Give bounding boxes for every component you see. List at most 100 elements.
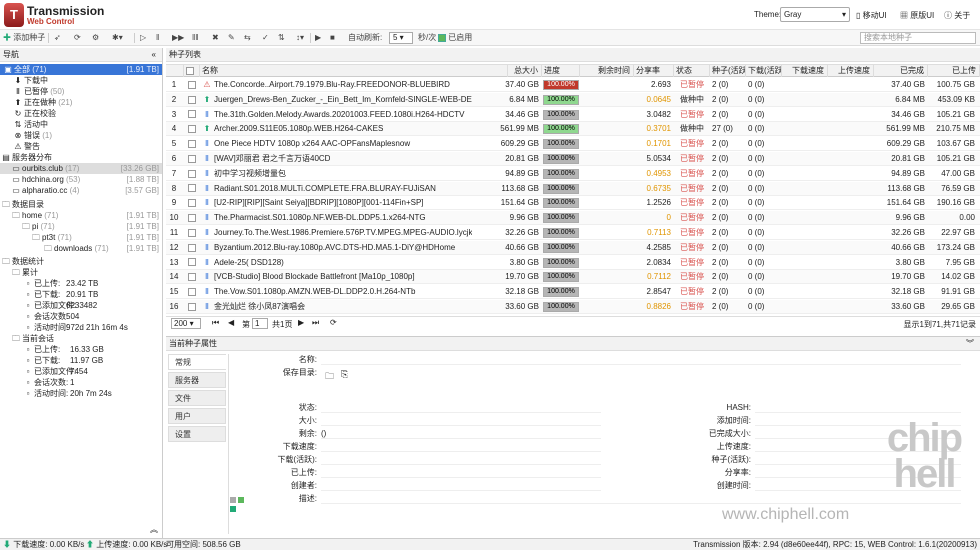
search-input[interactable]: 搜索本地种子 (860, 32, 976, 44)
table-row[interactable]: 14 Ⅱ [VCB-Studio] Blood Blockade Battlefro… (166, 270, 980, 285)
nav-server-alpharatio[interactable]: ▭ alpharatio.cc (4) [3.57 GB] (0, 185, 162, 196)
col-peers[interactable]: 下载(活跃) (746, 65, 782, 77)
rename-icon[interactable]: ✎ (228, 32, 235, 44)
nav-all[interactable]: ▣ 全部 (71) [1.91 TB] (0, 64, 162, 75)
table-row[interactable]: 7 Ⅱ 初中学习视频增量包 94.89 GB 100.00% 0.4953 已暂停 2 (0)… (166, 167, 980, 181)
nav-stats-session[interactable]: 🗀 当前会话 (0, 333, 162, 344)
original-ui-link[interactable]: ▦ 原版UI (900, 10, 934, 21)
add-torrent-button[interactable]: ✚ 添加种子 (3, 32, 45, 44)
collapse-down-icon[interactable]: ︾ (966, 337, 974, 351)
pause-all-icon[interactable]: ‖‖ (192, 32, 199, 44)
tab-trackers[interactable]: 服务器 (168, 372, 226, 388)
tab-files[interactable]: 文件 (168, 390, 226, 406)
row-checkbox[interactable] (188, 211, 200, 225)
pause-icon[interactable]: ‖ (156, 32, 159, 44)
rocket-icon[interactable]: ➶ (54, 32, 61, 44)
col-seeds[interactable]: 种子(活跃) (710, 65, 746, 77)
nav-dir-pt3t[interactable]: 🗀 pt3t (71) [1.91 TB] (0, 232, 162, 243)
row-checkbox[interactable] (188, 137, 200, 151)
refresh-icon[interactable]: ⟳ (74, 32, 81, 44)
nav-seeding[interactable]: ⬆ 正在做种 (21) (0, 97, 162, 108)
nav-server-ourbits[interactable]: ▭ ourbits.club (17) [33.26 GB] (0, 163, 162, 174)
auto-refresh-select[interactable]: 5 ▾ (389, 32, 413, 44)
move-icon[interactable]: ⇆ (244, 32, 251, 44)
tab-general[interactable]: 常规 (168, 354, 226, 370)
expand-icon[interactable]: ︽ (150, 524, 158, 535)
start-all-icon[interactable]: ▶▶ (172, 32, 184, 44)
table-row[interactable]: 3 Ⅱ The.31th.Golden.Melody.Awards.20201003… (166, 108, 980, 122)
remove-icon[interactable]: ✖ (212, 32, 219, 44)
reload-icon[interactable]: ⟳ (330, 318, 337, 327)
row-checkbox[interactable] (188, 256, 200, 270)
theme-select[interactable]: Gray (780, 7, 850, 22)
col-progress[interactable]: 进度 (542, 65, 580, 77)
row-checkbox[interactable] (188, 182, 200, 196)
col-ratio[interactable]: 分享率 (634, 65, 674, 77)
table-row[interactable]: 13 Ⅱ Adele-25( DSD128) 3.80 GB 100.00% 2.0834… (166, 256, 980, 270)
table-row[interactable]: 10 Ⅱ The.Pharmacist.S01.1080p.NF.WEB-DL.DD… (166, 211, 980, 226)
gear-icon[interactable]: ⚙ (92, 32, 99, 44)
row-checkbox[interactable] (188, 241, 200, 255)
check-icon[interactable]: ✓ (262, 32, 269, 44)
nav-checking[interactable]: ↻ 正在校验 (0, 108, 162, 119)
folder-icon[interactable]: 🗀 (325, 369, 334, 385)
row-checkbox[interactable] (188, 108, 200, 122)
table-row[interactable]: 2 ⬆ Juergen_Drews-Ben_Zucker_-_Ein_Bett_Im… (166, 92, 980, 107)
nav-data-dirs[interactable]: 🗀 数据目录 (0, 199, 162, 210)
table-row[interactable]: 12 Ⅱ Byzantium.2012.Blu-ray.1080p.AVC.DTS-… (166, 240, 980, 255)
next-page-icon[interactable]: ▶ (298, 318, 304, 327)
nav-dir-home[interactable]: 🗀 home (71) [1.91 TB] (0, 210, 162, 221)
nav-stats-total[interactable]: 🗀 累计 (0, 267, 162, 278)
row-checkbox[interactable] (188, 167, 200, 181)
nav-downloading[interactable]: ⬇ 下载中 (0, 75, 162, 86)
prev-page-icon[interactable]: ◀ (228, 318, 234, 327)
nav-warning[interactable]: ⚠ 警告 (0, 141, 162, 152)
nav-dir-pi[interactable]: 🗀 pi (71) [1.91 TB] (0, 221, 162, 232)
page-input[interactable]: 1 (252, 318, 268, 329)
collapse-icon[interactable]: « (152, 48, 156, 62)
sort-icon[interactable]: ↕▾ (296, 32, 304, 44)
mobile-ui-link[interactable]: ▯ 移动UI (856, 10, 887, 21)
nav-server-hdchina[interactable]: ▭ hdchina.org (53) [1.88 TB] (0, 174, 162, 185)
row-checkbox[interactable] (188, 78, 200, 92)
table-row[interactable]: 16 Ⅱ 金光灿烂 徐小凤87演唱会 33.60 GB 100.00% 0.8826 已暂停… (166, 300, 980, 314)
nav-servers[interactable]: ▤ 服务器分布 (0, 152, 162, 163)
col-name[interactable]: 名称 (200, 65, 508, 77)
row-checkbox[interactable] (188, 196, 200, 210)
col-completed[interactable]: 已完成 (874, 65, 928, 77)
row-checkbox[interactable] (188, 122, 200, 136)
copy-icon[interactable]: ⎘ (341, 369, 348, 380)
play-circle-icon[interactable]: ▶ (315, 32, 321, 44)
row-checkbox[interactable] (188, 93, 200, 107)
nav-stats[interactable]: 🗀 数据统计 (0, 256, 162, 267)
table-row[interactable]: 15 Ⅱ The.Vow.S01.1080p.AMZN.WEB-DL.DDP2.0.… (166, 285, 980, 300)
row-checkbox[interactable] (188, 226, 200, 240)
table-row[interactable]: 6 Ⅱ [WAV]邓丽君 君之千言万语40CD 20.81 GB 100.00% 5.05… (166, 152, 980, 166)
nav-active[interactable]: ⇅ 活动中 (0, 119, 162, 130)
row-checkbox[interactable] (188, 285, 200, 299)
nav-dir-downloads[interactable]: 🗀 downloads (71) [1.91 TB] (0, 243, 162, 254)
table-row[interactable]: 11 Ⅱ Journey.To.The.West.1986.Premiere.576… (166, 226, 980, 240)
col-dl-speed[interactable]: 下载速度 (782, 65, 828, 77)
table-row[interactable]: 9 Ⅱ [U2-RIP][RIP][Saint Seiya][BDRIP][1080… (166, 196, 980, 211)
plugin-menu-icon[interactable]: ✱▾ (112, 32, 123, 44)
page-size-select[interactable]: 200 ▾ (171, 318, 201, 329)
tab-peers[interactable]: 用户 (168, 408, 226, 424)
tab-settings[interactable]: 设置 (168, 426, 226, 442)
table-row[interactable]: 4 ⬆ Archer.2009.S11E05.1080p.WEB.H264-CAKE… (166, 122, 980, 137)
first-page-icon[interactable]: ⏮ (212, 318, 219, 328)
queue-icon[interactable]: ⇅ (278, 32, 285, 44)
start-icon[interactable]: ▷ (140, 32, 146, 44)
about-link[interactable]: ⓘ 关于 (944, 10, 970, 21)
table-row[interactable]: 8 Ⅱ Radiant.S01.2018.MULTi.COMPLETE.FRA.BL… (166, 181, 980, 196)
row-checkbox[interactable] (188, 270, 200, 284)
table-row[interactable]: 1 ⚠ The.Concorde..Airport.79.1979.Blu-Ray.… (166, 78, 980, 92)
nav-error[interactable]: ⊗ 错误 (1) (0, 130, 162, 141)
col-check[interactable] (184, 65, 200, 77)
table-row[interactable]: 5 Ⅱ One Piece HDTV 1080p x264 AAC-OPFansMa… (166, 137, 980, 152)
col-status[interactable]: 状态 (674, 65, 710, 77)
row-checkbox[interactable] (188, 300, 200, 314)
last-page-icon[interactable]: ⏭ (312, 318, 319, 328)
auto-refresh-toggle[interactable]: 已启用 (438, 32, 472, 44)
nav-paused[interactable]: Ⅱ 已暂停 (50) (0, 86, 162, 97)
